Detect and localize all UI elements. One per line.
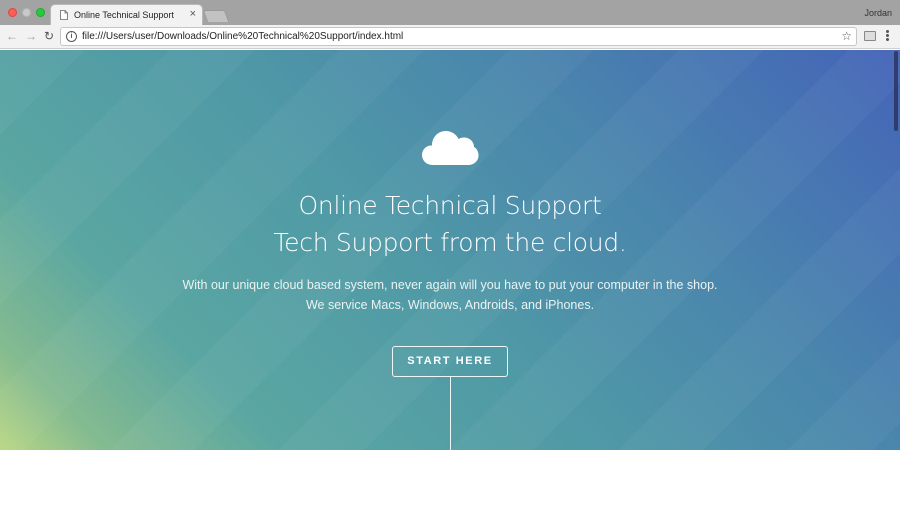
window-titlebar: Online Technical Support × Jordan [0, 0, 900, 25]
menu-icon[interactable] [884, 29, 890, 43]
back-arrow-icon[interactable]: ← [5, 29, 19, 43]
new-tab-button[interactable] [202, 10, 230, 22]
cast-icon[interactable] [864, 31, 876, 41]
scroll-indicator-line [450, 377, 451, 450]
start-here-button[interactable]: START HERE [392, 346, 508, 377]
forward-arrow-icon[interactable]: → [24, 29, 38, 43]
document-icon [60, 10, 68, 20]
scrollbar-thumb[interactable] [894, 51, 898, 131]
hero-description-line1: With our unique cloud based system, neve… [182, 278, 718, 292]
cloud-icon [422, 131, 479, 165]
minimize-window-button[interactable] [22, 8, 31, 17]
tab-title: Online Technical Support [74, 10, 174, 20]
bookmark-star-icon[interactable]: ☆ [841, 29, 852, 43]
tab-close-icon[interactable]: × [190, 8, 196, 20]
hero-description-line2: We service Macs, Windows, Androids, and … [305, 298, 595, 312]
hero-title-line1: Online Technical Support [298, 191, 602, 220]
hero-title-line2: Tech Support from the cloud. [273, 228, 627, 257]
browser-tab[interactable]: Online Technical Support × [50, 4, 203, 25]
url-text[interactable]: file:///Users/user/Downloads/Online%20Te… [82, 31, 403, 42]
close-window-button[interactable] [8, 8, 17, 17]
hero-section: Online Technical Support Tech Support fr… [0, 50, 900, 450]
maximize-window-button[interactable] [36, 8, 45, 17]
reload-icon[interactable]: ↻ [42, 29, 56, 43]
profile-name[interactable]: Jordan [864, 8, 892, 18]
info-icon[interactable]: i [66, 31, 77, 42]
address-bar[interactable]: i file:///Users/user/Downloads/Online%20… [60, 27, 857, 46]
browser-toolbar: ← → ↻ i file:///Users/user/Downloads/Onl… [0, 25, 900, 49]
